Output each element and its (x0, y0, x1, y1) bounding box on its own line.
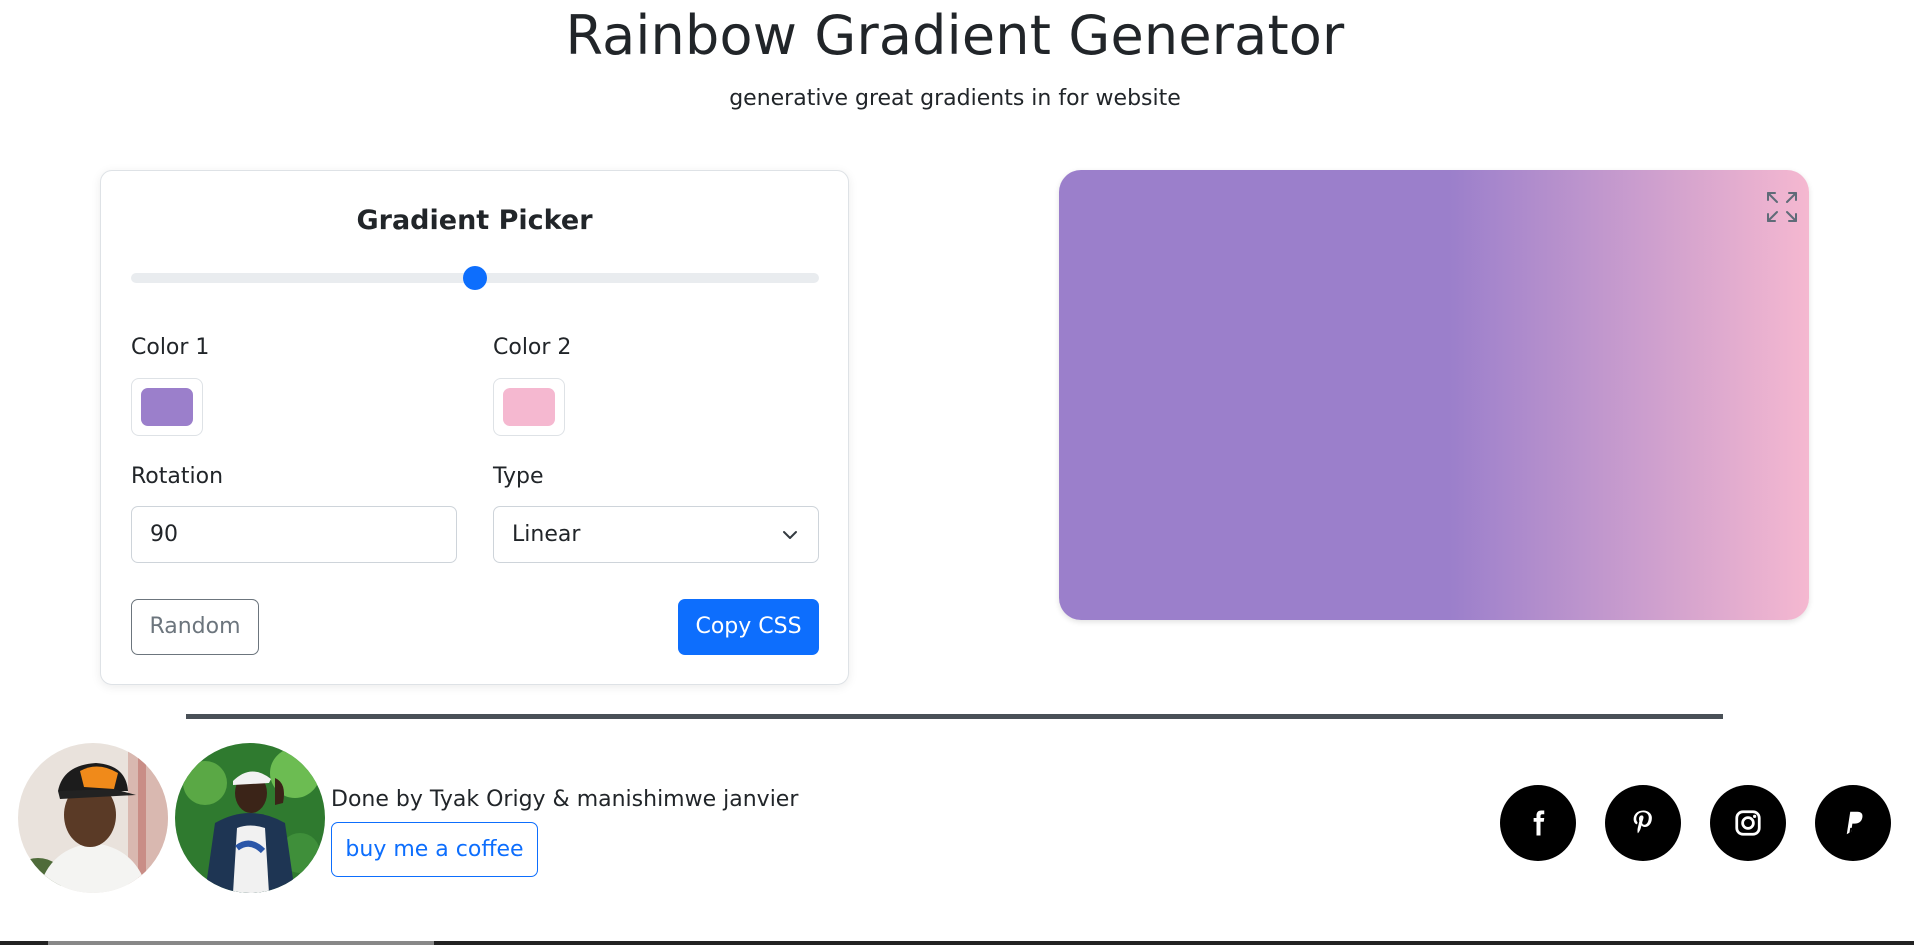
copy-css-button[interactable]: Copy CSS (678, 599, 819, 655)
avatar-tyak (18, 743, 168, 893)
divider (186, 714, 1723, 719)
buy-me-a-coffee-button[interactable]: buy me a coffee (331, 822, 538, 877)
rotation-input[interactable]: 90 (131, 506, 457, 563)
instagram-icon (1735, 810, 1761, 836)
expand-icon[interactable] (1765, 190, 1799, 224)
bottom-bar (0, 941, 1914, 945)
credits-text: Done by Tyak Origy & manishimwe janvier (331, 787, 799, 812)
chevron-down-icon (783, 531, 797, 539)
bottom-bar-segment (48, 941, 434, 945)
slider-thumb[interactable] (463, 266, 487, 290)
gradient-preview (1059, 170, 1809, 620)
pinterest-link[interactable] (1605, 785, 1681, 861)
page: Rainbow Gradient Generator generative gr… (0, 0, 1914, 945)
paypal-icon (1846, 811, 1863, 835)
avatar-manishimwe (175, 743, 325, 893)
color2-swatch (503, 388, 555, 426)
paypal-link[interactable] (1815, 785, 1891, 861)
facebook-link[interactable] (1500, 785, 1576, 861)
color1-swatch (141, 388, 193, 426)
facebook-icon (1533, 810, 1545, 836)
type-label: Type (493, 464, 544, 489)
gradient-picker-card: Gradient Picker Color 1 Color 2 Rotation… (100, 170, 849, 685)
gradient-picker-title: Gradient Picker (356, 205, 593, 236)
type-select-value: Linear (512, 522, 581, 547)
gradient-slider[interactable] (131, 263, 819, 293)
color1-picker[interactable] (131, 378, 203, 436)
color2-label: Color 2 (493, 335, 572, 360)
rotation-label: Rotation (131, 464, 224, 489)
page-title: Rainbow Gradient Generator (565, 4, 1345, 67)
instagram-link[interactable] (1710, 785, 1786, 861)
color2-picker[interactable] (493, 378, 565, 436)
pinterest-icon (1633, 810, 1652, 834)
random-button[interactable]: Random (131, 599, 259, 655)
color1-label: Color 1 (131, 335, 210, 360)
page-subtitle: generative great gradients in for websit… (729, 86, 1181, 111)
type-select[interactable]: Linear (493, 506, 819, 563)
